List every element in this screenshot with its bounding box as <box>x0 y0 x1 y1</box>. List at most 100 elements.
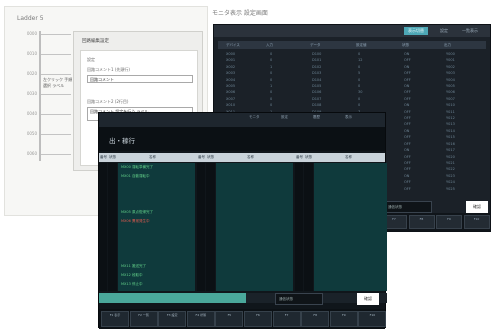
device-list-cell: Y010 <box>446 103 455 108</box>
monitor-row[interactable]: MX01 自動運転中 <box>121 172 149 181</box>
device-list-cell: OFF <box>404 180 411 185</box>
device-list-column: Y000 Y001 Y002 Y003 Y004 Y005 Y006 Y007 Y010 Y011… <box>446 51 455 192</box>
device-list-header-cell: 入力 <box>266 43 273 47</box>
device-list-cell: 0 <box>270 71 273 76</box>
ladder-rung <box>41 154 71 155</box>
device-list-cell: Y017 <box>446 148 455 153</box>
device-list-header-cell: データ <box>310 43 321 47</box>
group-1-value-column: MX00 運転準備完了 MX01 自動運転中 MX05 原点復帰完了 MX06 異常発… <box>118 163 195 291</box>
group-2-number-column <box>197 163 205 291</box>
monitor-column-header-cell: 名称 <box>345 155 352 159</box>
ladder-rung <box>41 34 71 35</box>
ladder-rung <box>41 94 71 95</box>
device-list-cell: Y003 <box>446 71 455 76</box>
function-key[interactable]: F8 <box>408 215 435 229</box>
monitor-heading-bar: 出・稼行 <box>99 127 385 151</box>
device-list-cell: OFF <box>404 154 411 159</box>
monitor-function-keys: F1 表示 F2 一覧 F3 設定 F4 状態 F5 F6 F7 F8 F9 F10 <box>99 309 387 329</box>
window-caption: モニタ表示 設定画面 <box>212 10 268 17</box>
device-list-cell: Y022 <box>446 167 455 172</box>
monitor-tab[interactable]: 履歴 <box>313 115 320 120</box>
device-list-cell: D108 <box>312 103 322 108</box>
device-list-header-cell: 設定値 <box>356 43 367 47</box>
ladder-row-number: 0010 <box>26 51 37 56</box>
comment1-field[interactable]: 回路コメント <box>87 75 193 83</box>
function-key[interactable]: F2 一覧 <box>129 311 158 327</box>
ladder-rung <box>41 134 71 135</box>
device-list-cell: X003 <box>226 71 236 76</box>
device-list-header-cell: デバイス <box>226 43 240 47</box>
monitor-titlebar: モニタ 設定 履歴 表示 <box>99 113 385 127</box>
function-key[interactable]: F5 <box>215 311 244 327</box>
monitor-tab[interactable]: モニタ <box>249 115 260 120</box>
device-list-cell: 12 <box>358 58 363 63</box>
ladder-row-number: 0060 <box>26 151 37 156</box>
monitor-column-header-cell: 番号 <box>100 155 107 159</box>
function-key[interactable]: F9 <box>436 215 462 229</box>
comment2-label: 回路コメント2 (2行目) <box>87 99 129 104</box>
ladder-rung <box>41 54 71 55</box>
dialog-title: 回路編集設定 <box>82 39 109 44</box>
device-list-header-cell: 状態 <box>402 43 409 47</box>
group-1-number-column <box>99 163 107 291</box>
monitor-row[interactable]: MX05 原点復帰完了 <box>121 208 153 217</box>
device-list-cell: D101 <box>312 58 322 63</box>
ladder-note: 左クリック 手順 選択 ラベル <box>43 77 73 88</box>
device-list-cell: OFF <box>404 90 411 95</box>
group-3-number-column <box>295 163 303 291</box>
device-list-cell: 0 <box>270 58 273 63</box>
device-list-cell: OFF <box>404 167 411 172</box>
function-key[interactable]: F9 <box>329 311 358 327</box>
ladder-rung <box>41 74 71 75</box>
function-key[interactable]: F7 <box>272 311 301 327</box>
group-3-value-column <box>314 163 387 291</box>
device-list-tabbar: 表示切替 設定 一覧表示 <box>214 25 490 37</box>
monitor-tab[interactable]: 表示 <box>345 115 352 120</box>
device-list-cell: Y024 <box>446 180 455 185</box>
function-key[interactable]: F10 <box>358 311 387 327</box>
function-key[interactable]: F10 <box>463 215 490 229</box>
device-list-cell: D106 <box>312 90 322 95</box>
function-key[interactable]: F4 状態 <box>186 311 215 327</box>
device-list-header-cell: 出力 <box>444 43 451 47</box>
group-2-value-column <box>216 163 293 291</box>
ladder-rail <box>39 31 41 161</box>
function-key[interactable]: F8 <box>301 311 330 327</box>
monitor-column-header-cell: 状態 <box>305 155 312 159</box>
device-list-cell: OFF <box>404 122 411 127</box>
function-key[interactable]: F6 <box>244 311 272 327</box>
device-list-cell: Y006 <box>446 90 455 95</box>
monitor-row[interactable]: MX13 停止中 <box>121 280 142 289</box>
device-list-cell: 30 <box>358 90 363 95</box>
function-key[interactable]: F1 表示 <box>101 311 129 327</box>
tab-display-switch[interactable]: 表示切替 <box>404 27 428 35</box>
monitor-row[interactable]: MX11 搬送完了 <box>121 262 146 271</box>
ladder-row-number: 0020 <box>26 71 37 76</box>
function-key[interactable]: F3 設定 <box>158 311 187 327</box>
monitor-row[interactable]: MX00 運転準備完了 <box>121 163 153 172</box>
monitor-column-header-cell: 名称 <box>149 155 156 159</box>
ladder-row-number: 0050 <box>26 131 37 136</box>
monitor-confirm-button[interactable]: 確認 <box>357 293 379 305</box>
monitor-column-header-cell: 状態 <box>109 155 116 159</box>
ladder-row-number: 0030 <box>26 91 37 96</box>
monitor-group-2 <box>197 163 293 291</box>
monitor-heading: 出・稼行 <box>109 137 135 145</box>
device-list-confirm-button[interactable]: 確認 <box>466 201 488 213</box>
device-list-cell: OFF <box>404 71 411 76</box>
monitor-progress-fill <box>99 293 246 303</box>
monitor-column-header-cell: 状態 <box>207 155 214 159</box>
tab-list[interactable]: 一覧表示 <box>462 27 478 35</box>
ladder-row-number: 0000 <box>26 31 37 36</box>
device-list-cell: X010 <box>226 103 236 108</box>
monitor-row[interactable]: MX12 段取中 <box>121 271 142 280</box>
device-list-cell: OFF <box>404 186 411 191</box>
monitor-tab[interactable]: 設定 <box>281 115 288 120</box>
device-list-cell: OFF <box>404 58 411 63</box>
device-list-cell: X001 <box>226 58 236 63</box>
tab-settings[interactable]: 設定 <box>440 27 448 35</box>
monitor-row[interactable]: MX06 異常発生中 <box>121 217 149 226</box>
ladder-rung <box>41 114 71 115</box>
group-1-bit-column <box>108 163 117 291</box>
monitor-group-3 <box>295 163 387 291</box>
